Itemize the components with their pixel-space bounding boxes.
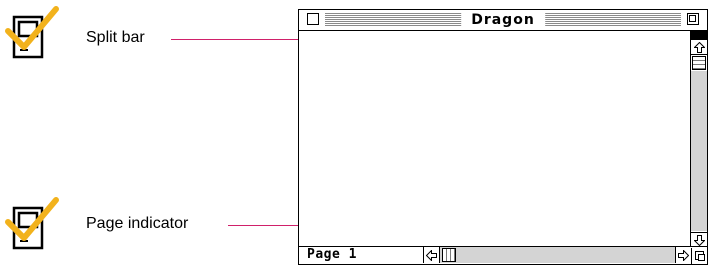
horizontal-scrollbar[interactable] bbox=[424, 247, 691, 263]
scroll-down-button[interactable] bbox=[691, 232, 707, 247]
horizontal-scroll-thumb[interactable] bbox=[442, 248, 456, 262]
dragon-window: Dragon Page 1 bbox=[298, 9, 708, 265]
document-content[interactable] bbox=[299, 31, 691, 247]
close-box-icon[interactable] bbox=[307, 13, 319, 25]
page-indicator-label: Page indicator bbox=[86, 215, 189, 232]
size-box-icon[interactable] bbox=[691, 248, 707, 264]
down-arrow-icon bbox=[693, 234, 705, 246]
scroll-up-button[interactable] bbox=[691, 40, 707, 55]
vertical-scroll-thumb[interactable] bbox=[692, 56, 706, 70]
split-bar-label: Split bar bbox=[86, 29, 145, 46]
bottom-bar: Page 1 bbox=[299, 246, 707, 264]
checked-macintosh-icon bbox=[5, 6, 59, 59]
vertical-scroll-track[interactable] bbox=[691, 71, 707, 231]
checked-macintosh-icon bbox=[5, 197, 59, 250]
title-bar[interactable]: Dragon bbox=[299, 10, 707, 31]
window-title: Dragon bbox=[461, 10, 545, 30]
vertical-scrollbar[interactable] bbox=[690, 31, 707, 247]
up-arrow-icon bbox=[693, 41, 705, 53]
left-arrow-icon bbox=[426, 249, 437, 261]
scroll-right-button[interactable] bbox=[675, 247, 691, 263]
right-arrow-icon bbox=[678, 249, 689, 261]
zoom-box-icon[interactable] bbox=[687, 13, 699, 25]
scroll-left-button[interactable] bbox=[424, 247, 440, 263]
page-indicator[interactable]: Page 1 bbox=[299, 247, 424, 263]
split-bar[interactable] bbox=[691, 31, 707, 40]
